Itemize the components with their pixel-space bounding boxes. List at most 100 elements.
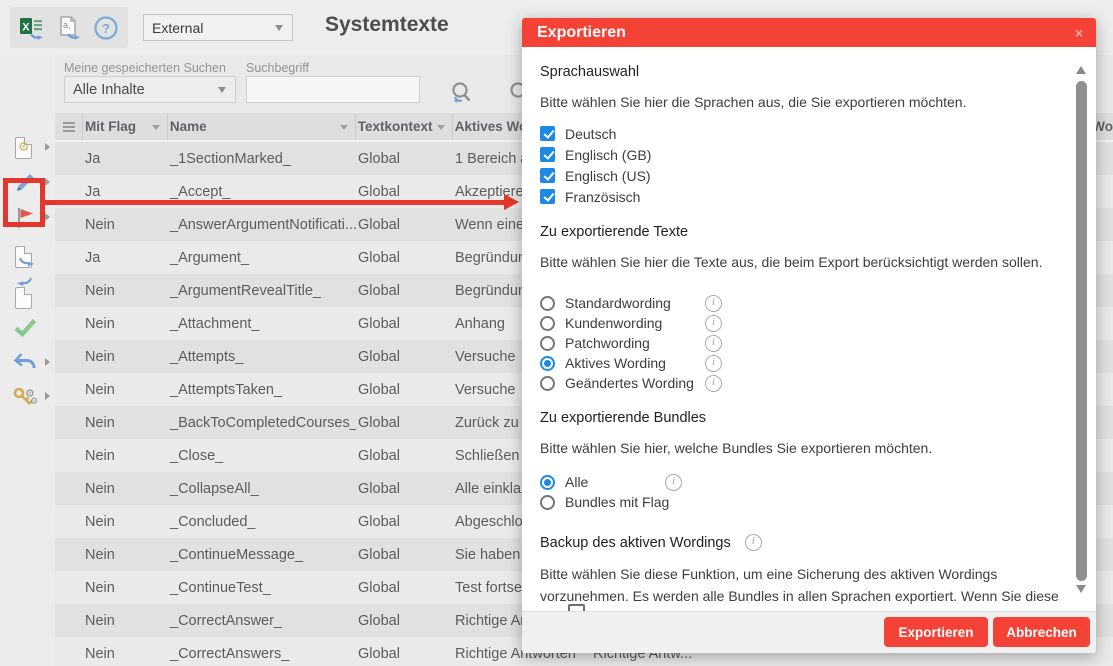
column-header-mit-flag[interactable]: Mit Flag bbox=[83, 113, 168, 140]
checkmark-approve-icon[interactable] bbox=[12, 314, 38, 342]
app-root: X a, ? bbox=[0, 0, 1113, 666]
svg-text:⚙: ⚙ bbox=[30, 397, 38, 407]
bundle-radio-option[interactable]: Bundles mit Flag i bbox=[540, 492, 1044, 512]
export-highlight-arrow bbox=[45, 200, 506, 205]
svg-text:?: ? bbox=[102, 21, 110, 36]
wording-radio-option[interactable]: Standardwording i bbox=[540, 293, 1044, 313]
section-heading-texts: Zu exportierende Texte bbox=[540, 224, 1044, 240]
filter-icon[interactable] bbox=[437, 125, 445, 134]
radio-label: Standardwording bbox=[565, 295, 705, 311]
scrollbar-thumb[interactable] bbox=[1076, 81, 1087, 581]
checkbox-label: Französisch bbox=[565, 189, 640, 205]
bundle-radio-option[interactable]: Alle i bbox=[540, 472, 1044, 492]
info-icon[interactable]: i bbox=[705, 375, 722, 392]
excel-export-icon[interactable]: X bbox=[19, 15, 45, 41]
language-checkbox-option[interactable]: Französisch bbox=[540, 186, 1044, 207]
chevron-right-icon[interactable] bbox=[45, 178, 54, 186]
language-dropdown[interactable]: External bbox=[143, 14, 293, 41]
cell-mit-flag: Ja bbox=[83, 151, 168, 167]
cell-mit-flag: Nein bbox=[83, 481, 168, 497]
text-export-icon[interactable]: a, bbox=[56, 15, 82, 41]
scroll-up-icon[interactable] bbox=[1076, 61, 1086, 74]
cell-mit-flag: Nein bbox=[83, 382, 168, 398]
chevron-right-icon[interactable] bbox=[45, 143, 54, 151]
language-checkbox-option[interactable]: Englisch (US) bbox=[540, 165, 1044, 186]
section-description-texts: Bitte wählen Sie hier die Texte aus, die… bbox=[540, 253, 1044, 272]
cell-textkontext: Global bbox=[356, 217, 453, 233]
wording-radio-option[interactable]: Kundenwording i bbox=[540, 313, 1044, 333]
search-term-label: Suchbegriff bbox=[246, 61, 309, 75]
radio-icon[interactable] bbox=[540, 316, 555, 331]
info-icon[interactable]: i bbox=[745, 534, 762, 551]
chevron-right-icon[interactable] bbox=[45, 358, 54, 366]
language-checkbox-option[interactable]: Deutsch bbox=[540, 123, 1044, 144]
menu-icon[interactable] bbox=[63, 126, 75, 128]
export-button[interactable]: Exportieren bbox=[884, 617, 988, 647]
cell-textkontext: Global bbox=[356, 316, 453, 332]
search-reset-icon[interactable] bbox=[447, 80, 475, 113]
info-icon[interactable]: i bbox=[665, 474, 682, 491]
wording-radio-option[interactable]: Geändertes Wording i bbox=[540, 373, 1044, 393]
filter-icon[interactable] bbox=[340, 125, 348, 134]
info-icon[interactable]: i bbox=[705, 355, 722, 372]
column-header-name[interactable]: Name bbox=[168, 113, 356, 140]
radio-icon[interactable] bbox=[540, 356, 555, 371]
dialog-body: Sprachauswahl Bitte wählen Sie hier die … bbox=[522, 47, 1096, 612]
chevron-down-icon[interactable] bbox=[209, 77, 235, 102]
wording-radio-option[interactable]: Patchwording i bbox=[540, 333, 1044, 353]
language-dropdown-value: External bbox=[144, 20, 266, 36]
key-permissions-icon[interactable]: ⚙ ⚙ bbox=[12, 384, 38, 412]
radio-icon[interactable] bbox=[540, 495, 555, 510]
cell-textkontext: Global bbox=[356, 448, 453, 464]
radio-icon[interactable] bbox=[540, 296, 555, 311]
document-settings-icon[interactable]: ⚙ bbox=[12, 135, 38, 163]
help-icon[interactable]: ? bbox=[93, 15, 119, 41]
cell-mit-flag: Nein bbox=[83, 283, 168, 299]
export-document-icon[interactable] bbox=[12, 244, 38, 272]
language-checkbox-option[interactable]: Englisch (GB) bbox=[540, 144, 1044, 165]
filter-icon[interactable] bbox=[152, 125, 160, 134]
dialog-scrollbar[interactable] bbox=[1074, 51, 1089, 608]
cell-name: _Argument_ bbox=[168, 250, 356, 266]
cell-mit-flag: Nein bbox=[83, 580, 168, 596]
chevron-down-icon[interactable] bbox=[266, 15, 292, 40]
scroll-down-icon[interactable] bbox=[1076, 585, 1086, 598]
section-description-languages: Bitte wählen Sie hier die Sprachen aus, … bbox=[540, 93, 1044, 112]
cell-name: _AttemptsTaken_ bbox=[168, 382, 356, 398]
cell-name: _Concluded_ bbox=[168, 514, 356, 530]
checkbox-icon[interactable] bbox=[540, 168, 555, 183]
radio-icon[interactable] bbox=[540, 336, 555, 351]
cell-textkontext: Global bbox=[356, 580, 453, 596]
checkbox-icon[interactable] bbox=[540, 126, 555, 141]
cell-name: _Close_ bbox=[168, 448, 356, 464]
import-document-icon[interactable] bbox=[12, 281, 38, 309]
cell-mit-flag: Nein bbox=[83, 646, 168, 662]
left-sidebar: ⚙ bbox=[0, 55, 55, 666]
table-menu-cell[interactable] bbox=[55, 113, 83, 140]
cancel-button[interactable]: Abbrechen bbox=[993, 617, 1090, 647]
info-icon[interactable]: i bbox=[705, 315, 722, 332]
checkbox-icon[interactable] bbox=[568, 604, 585, 611]
cell-textkontext: Global bbox=[356, 349, 453, 365]
checkbox-icon[interactable] bbox=[540, 147, 555, 162]
section-heading-backup: Backup des aktiven Wordings bbox=[540, 535, 731, 551]
search-input[interactable] bbox=[246, 76, 420, 103]
info-icon[interactable]: i bbox=[705, 335, 722, 352]
section-heading-bundles: Zu exportierende Bundles bbox=[540, 410, 1044, 426]
checkbox-icon[interactable] bbox=[540, 189, 555, 204]
dialog-title: Exportieren bbox=[522, 24, 626, 42]
radio-icon[interactable] bbox=[540, 475, 555, 490]
svg-text:X: X bbox=[22, 21, 30, 33]
saved-searches-dropdown[interactable]: Alle Inhalte bbox=[64, 76, 236, 103]
close-icon[interactable]: × bbox=[1075, 25, 1096, 41]
wording-radio-option[interactable]: Aktives Wording i bbox=[540, 353, 1044, 373]
column-header-textkontext[interactable]: Textkontext bbox=[356, 113, 453, 140]
dialog-footer: Exportieren Abbrechen bbox=[522, 611, 1096, 653]
info-icon[interactable]: i bbox=[705, 295, 722, 312]
radio-icon[interactable] bbox=[540, 376, 555, 391]
undo-icon[interactable] bbox=[12, 350, 38, 378]
cell-name: _CorrectAnswers_ bbox=[168, 646, 356, 662]
chevron-right-icon[interactable] bbox=[45, 392, 54, 400]
language-checkbox-group: Deutsch Englisch (GB) Englisch (US) bbox=[540, 123, 1044, 207]
chevron-right-icon[interactable] bbox=[45, 213, 54, 221]
